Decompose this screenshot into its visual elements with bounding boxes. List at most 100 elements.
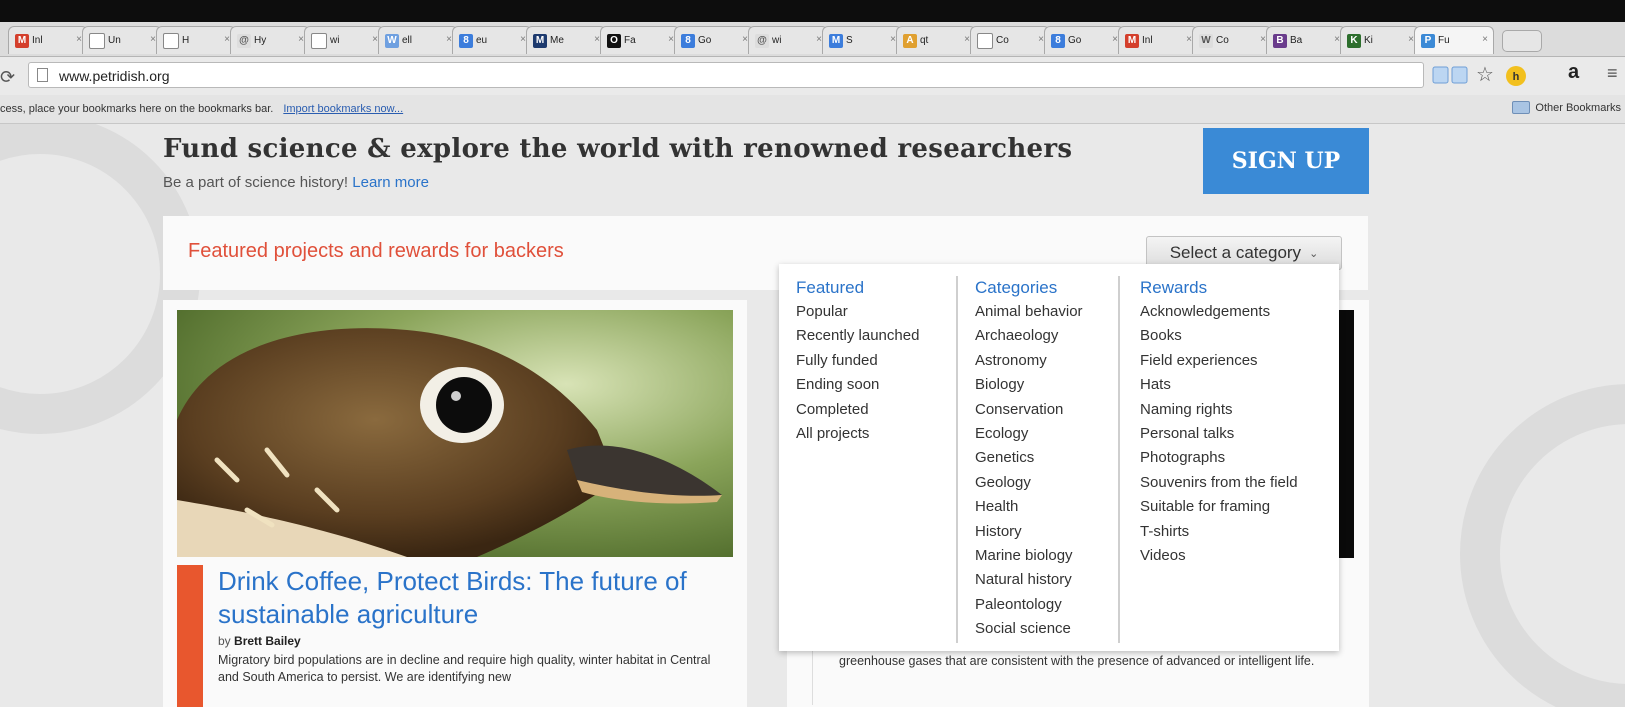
browser-tab[interactable]: Co × <box>970 26 1050 54</box>
learn-more-link[interactable]: Learn more <box>352 174 429 191</box>
category-menu-item[interactable]: Marine biology <box>975 544 1083 568</box>
tab-label: Co <box>1216 35 1229 46</box>
categories-heading[interactable]: Categories <box>975 278 1083 298</box>
featured-menu-item[interactable]: Recently launched <box>796 324 919 348</box>
extension-h-icon[interactable]: h <box>1505 65 1527 87</box>
tab-favicon-icon: M <box>1125 33 1139 48</box>
category-menu-item[interactable]: Genetics <box>975 446 1083 470</box>
column-divider <box>1118 276 1120 643</box>
category-menu-item[interactable]: Paleontology <box>975 593 1083 617</box>
browser-tab[interactable]: M Me × <box>526 26 606 54</box>
amazon-icon[interactable]: a <box>1568 61 1579 83</box>
reward-menu-item[interactable]: Acknowledgements <box>1140 300 1298 324</box>
tab-favicon-icon: W <box>385 33 399 48</box>
reward-menu-item[interactable]: Books <box>1140 324 1298 348</box>
browser-tab[interactable]: B Ba × <box>1266 26 1346 54</box>
reward-menu-item[interactable]: T-shirts <box>1140 520 1298 544</box>
sign-up-button[interactable]: SIGN UP <box>1203 128 1369 194</box>
browser-tab[interactable]: Well × <box>378 26 458 54</box>
byline-prefix: by <box>218 634 231 648</box>
tab-label: Go <box>698 35 712 46</box>
tab-favicon-icon: 8 <box>1051 33 1065 48</box>
tab-favicon-icon: M <box>829 33 843 48</box>
featured-menu-item[interactable]: All projects <box>796 422 919 446</box>
reload-icon[interactable]: ⟳ <box>0 67 15 88</box>
browser-tab[interactable]: W Co × <box>1192 26 1272 54</box>
featured-heading[interactable]: Featured <box>796 278 919 298</box>
reward-menu-item[interactable]: Souvenirs from the field <box>1140 471 1298 495</box>
browser-tab[interactable]: 8 Go × <box>674 26 754 54</box>
category-menu-item[interactable]: History <box>975 520 1083 544</box>
tab-label: Go <box>1068 35 1082 46</box>
url-text[interactable]: www.petridish.org <box>59 68 170 84</box>
reward-menu-item[interactable]: Field experiences <box>1140 349 1298 373</box>
project-photo[interactable] <box>177 310 733 557</box>
category-menu-item[interactable]: Astronomy <box>975 349 1083 373</box>
category-menu-item[interactable]: Geology <box>975 471 1083 495</box>
tab-favicon-icon <box>977 32 993 49</box>
tab-label: H <box>182 35 190 46</box>
project-description: greenhouse gases that are consistent wit… <box>839 654 1315 668</box>
category-menu-item[interactable]: Biology <box>975 373 1083 397</box>
featured-menu-item[interactable]: Fully funded <box>796 349 919 373</box>
browser-tab[interactable]: M S × <box>822 26 902 54</box>
featured-menu-item[interactable]: Ending soon <box>796 373 919 397</box>
category-select-label: Select a category <box>1169 243 1302 262</box>
category-menu-item[interactable]: Animal behavior <box>975 300 1083 324</box>
browser-tab[interactable]: 8 Go × <box>1044 26 1124 54</box>
toolbar: ⟳ www.petridish.org ☆ h a ≡ <box>0 57 1625 95</box>
browser-tab[interactable]: wi × <box>304 26 384 54</box>
browser-tab[interactable]: M Inl × <box>8 26 88 54</box>
tab-label: Fa <box>624 35 636 46</box>
reward-menu-item[interactable]: Photographs <box>1140 446 1298 470</box>
project-card[interactable]: Drink Coffee, Protect Birds: The future … <box>163 300 747 707</box>
featured-menu-item[interactable]: Completed <box>796 398 919 422</box>
browser-tab[interactable]: Aqt × <box>896 26 976 54</box>
categories-column: Categories Animal behavior Archaeology Ast… <box>975 278 1083 642</box>
browser-tab[interactable]: 8 eu × <box>452 26 532 54</box>
rewards-heading[interactable]: Rewards <box>1140 278 1298 298</box>
browser-tab[interactable]: @ wi × <box>748 26 828 54</box>
tab-label: S <box>846 35 853 46</box>
reward-menu-item[interactable]: Hats <box>1140 373 1298 397</box>
reward-menu-item[interactable]: Suitable for framing <box>1140 495 1298 519</box>
tab-label: Un <box>108 35 121 46</box>
address-bar[interactable]: www.petridish.org <box>28 62 1424 88</box>
menu-icon[interactable]: ≡ <box>1607 63 1618 85</box>
other-bookmarks[interactable]: Other Bookmarks <box>1512 101 1621 114</box>
tab-label: Ki <box>1364 35 1373 46</box>
new-tab-button[interactable] <box>1502 30 1542 52</box>
page-icon <box>37 68 48 82</box>
tab-label: ell <box>402 35 413 46</box>
category-menu-item[interactable]: Social science <box>975 617 1083 641</box>
category-menu-item[interactable]: Ecology <box>975 422 1083 446</box>
category-menu-item[interactable]: Conservation <box>975 398 1083 422</box>
project-author: Brett Bailey <box>234 634 301 648</box>
reader-icon[interactable] <box>1432 65 1472 87</box>
featured-menu-item[interactable]: Popular <box>796 300 919 324</box>
reward-menu-item[interactable]: Personal talks <box>1140 422 1298 446</box>
star-icon[interactable]: ☆ <box>1476 62 1494 86</box>
tab-label: Inl <box>32 35 43 46</box>
category-menu-item[interactable]: Natural history <box>975 568 1083 592</box>
project-title-link[interactable]: Drink Coffee, Protect Birds: The future … <box>218 565 718 631</box>
browser-tab[interactable]: P Fu × <box>1414 26 1494 54</box>
reward-menu-item[interactable]: Videos <box>1140 544 1298 568</box>
category-menu-item[interactable]: Archaeology <box>975 324 1083 348</box>
close-icon[interactable]: × <box>1482 34 1488 45</box>
browser-tab[interactable]: K Ki × <box>1340 26 1420 54</box>
tab-favicon-icon <box>311 32 327 49</box>
window-top-band <box>0 0 1625 22</box>
tab-favicon-icon: W <box>1199 33 1213 48</box>
chevron-down-icon: ⌄ <box>1309 247 1319 260</box>
browser-tab[interactable]: O Fa × <box>600 26 680 54</box>
browser-tab[interactable]: M Inl × <box>1118 26 1198 54</box>
browser-tab[interactable]: H × <box>156 26 236 54</box>
tab-label: wi <box>330 35 340 46</box>
project-accent-bar <box>812 645 833 705</box>
reward-menu-item[interactable]: Naming rights <box>1140 398 1298 422</box>
category-menu-item[interactable]: Health <box>975 495 1083 519</box>
import-bookmarks-link[interactable]: Import bookmarks now... <box>283 103 403 115</box>
browser-tab[interactable]: @ Hy × <box>230 26 310 54</box>
browser-tab[interactable]: Un × <box>82 26 162 54</box>
